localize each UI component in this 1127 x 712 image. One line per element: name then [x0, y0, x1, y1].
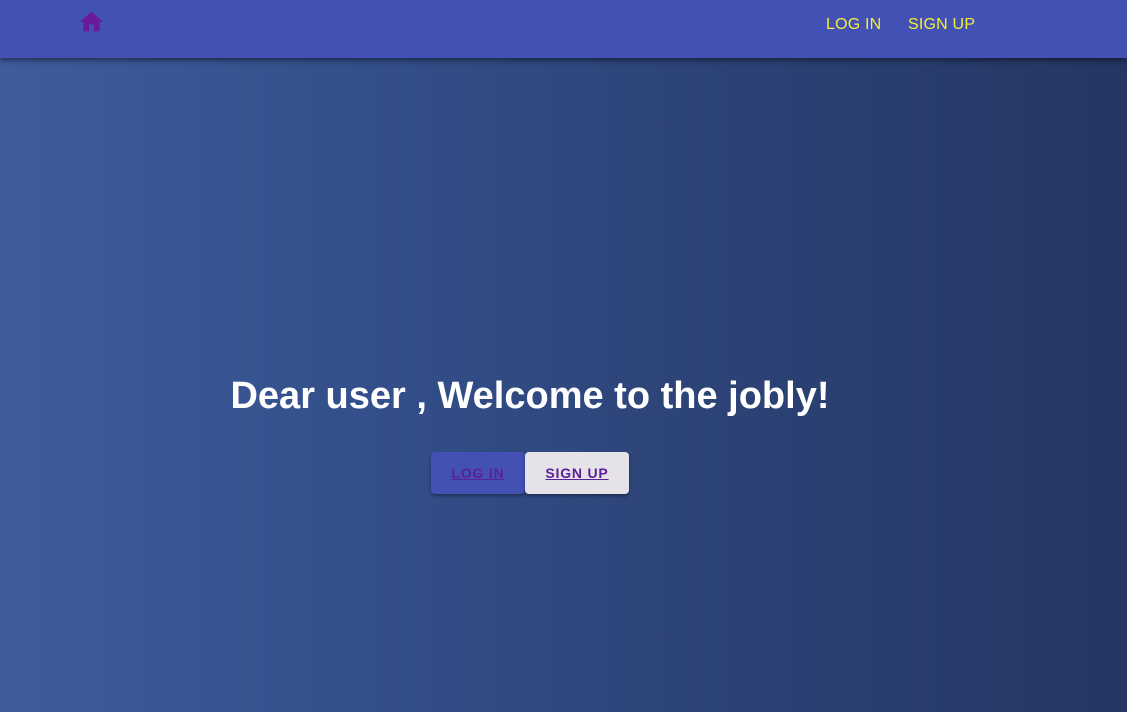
home-icon — [77, 8, 106, 36]
nav-signup-link[interactable]: SIGN UP — [908, 16, 975, 34]
home-link[interactable] — [77, 8, 106, 36]
top-navbar: LOG IN SIGN UP — [0, 0, 1127, 58]
login-button[interactable]: LOG IN — [431, 452, 525, 494]
nav-login-link[interactable]: LOG IN — [826, 16, 881, 34]
welcome-heading: Dear user , Welcome to the jobly! — [230, 375, 830, 417]
signup-button[interactable]: SIGN UP — [525, 452, 629, 494]
